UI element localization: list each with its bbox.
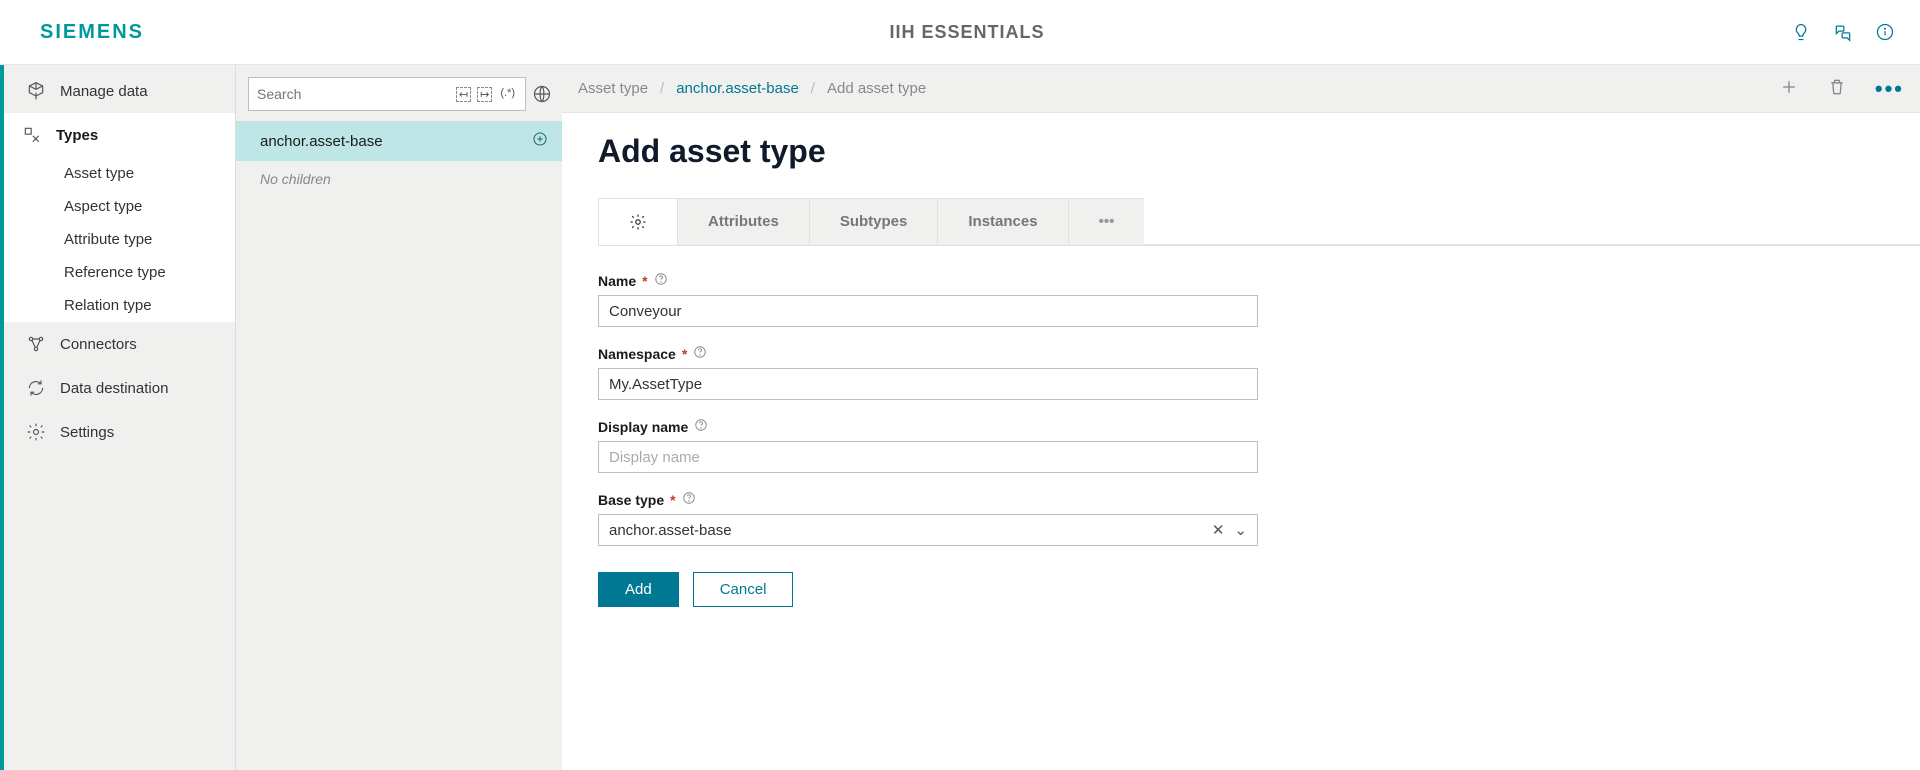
tab-more[interactable]: ••• <box>1068 198 1146 245</box>
add-icon[interactable] <box>1779 77 1799 100</box>
info-icon[interactable] <box>1874 21 1896 43</box>
tab-subtypes[interactable]: Subtypes <box>809 198 939 245</box>
crumb-root[interactable]: Asset type <box>578 80 648 97</box>
nav-types-sub: Asset type Aspect type Attribute type Re… <box>4 157 235 322</box>
nav-label: Settings <box>60 424 114 441</box>
tree-no-children: No children <box>236 161 562 197</box>
feedback-icon[interactable] <box>1832 21 1854 43</box>
basetype-select[interactable]: anchor.asset-base ✕ ⌄ <box>598 514 1258 546</box>
nav-types[interactable]: Types <box>4 113 235 157</box>
nav-label: Types <box>56 127 98 144</box>
nav-asset-type[interactable]: Asset type <box>4 157 235 190</box>
nav-attribute-type[interactable]: Attribute type <box>4 223 235 256</box>
namespace-input[interactable] <box>598 368 1258 400</box>
search-input[interactable] <box>257 86 456 102</box>
name-input[interactable] <box>598 295 1258 327</box>
types-icon <box>22 125 42 145</box>
nav-data-destination[interactable]: Data destination <box>4 366 235 410</box>
nav-relation-type[interactable]: Relation type <box>4 289 235 322</box>
crumb-current: Add asset type <box>827 80 926 97</box>
nav-connectors[interactable]: Connectors <box>4 322 235 366</box>
regex-icon[interactable]: (.*) <box>498 87 517 102</box>
required-mark: * <box>682 346 687 362</box>
chevron-down-icon[interactable]: ⌄ <box>1234 521 1247 539</box>
crumb-sep: / <box>660 80 664 97</box>
page-title: Add asset type <box>598 133 1920 170</box>
help-icon[interactable] <box>694 418 708 435</box>
name-label: Name <box>598 273 636 289</box>
clear-icon[interactable]: ✕ <box>1212 521 1225 539</box>
sync-icon <box>26 378 46 398</box>
required-mark: * <box>670 492 675 508</box>
breadcrumb: Asset type / anchor.asset-base / Add ass… <box>578 80 926 97</box>
displayname-input[interactable] <box>598 441 1258 473</box>
basetype-label: Base type <box>598 492 664 508</box>
tree-panel: ↤ ↦ (.*) anchor.asset-base No children <box>235 65 562 770</box>
connectors-icon <box>26 334 46 354</box>
siemens-logo: SIEMENS <box>40 21 144 44</box>
nav-settings[interactable]: Settings <box>4 410 235 454</box>
tabs: Attributes Subtypes Instances ••• <box>598 198 1920 246</box>
basetype-value: anchor.asset-base <box>609 522 732 539</box>
help-icon[interactable] <box>693 345 707 362</box>
help-icon[interactable] <box>682 491 696 508</box>
help-icon[interactable] <box>654 272 668 289</box>
app-title: IIH ESSENTIALS <box>144 22 1790 43</box>
dots-icon: ••• <box>1099 213 1115 230</box>
tree-node-label: anchor.asset-base <box>260 133 383 150</box>
tree-node-anchor-asset-base[interactable]: anchor.asset-base <box>236 121 562 161</box>
add-child-icon[interactable] <box>532 131 548 151</box>
globe-icon[interactable] <box>532 84 552 104</box>
nav-manage-data[interactable]: Manage data <box>4 69 235 113</box>
namespace-label: Namespace <box>598 346 676 362</box>
add-button[interactable]: Add <box>598 572 679 607</box>
tab-general[interactable] <box>598 198 678 245</box>
cancel-button[interactable]: Cancel <box>693 572 794 607</box>
nav-label: Connectors <box>60 336 137 353</box>
collapse-icon[interactable]: ↤ <box>456 87 471 102</box>
gear-icon <box>26 422 46 442</box>
lightbulb-icon[interactable] <box>1790 21 1812 43</box>
nav-reference-type[interactable]: Reference type <box>4 256 235 289</box>
gear-icon <box>629 213 647 231</box>
nav-aspect-type[interactable]: Aspect type <box>4 190 235 223</box>
delete-icon[interactable] <box>1827 77 1847 100</box>
required-mark: * <box>642 273 647 289</box>
nav-label: Data destination <box>60 380 168 397</box>
cube-icon <box>26 81 46 101</box>
crumb-sep: / <box>811 80 815 97</box>
tab-instances[interactable]: Instances <box>937 198 1068 245</box>
left-nav: Manage data Types Asset type Aspect type… <box>0 65 235 770</box>
nav-label: Manage data <box>60 83 148 100</box>
crumb-parent[interactable]: anchor.asset-base <box>676 80 799 97</box>
more-icon[interactable]: ••• <box>1875 76 1904 102</box>
expand-icon[interactable]: ↦ <box>477 87 492 102</box>
displayname-label: Display name <box>598 419 688 435</box>
tab-attributes[interactable]: Attributes <box>677 198 810 245</box>
search-box[interactable]: ↤ ↦ (.*) <box>248 77 526 111</box>
